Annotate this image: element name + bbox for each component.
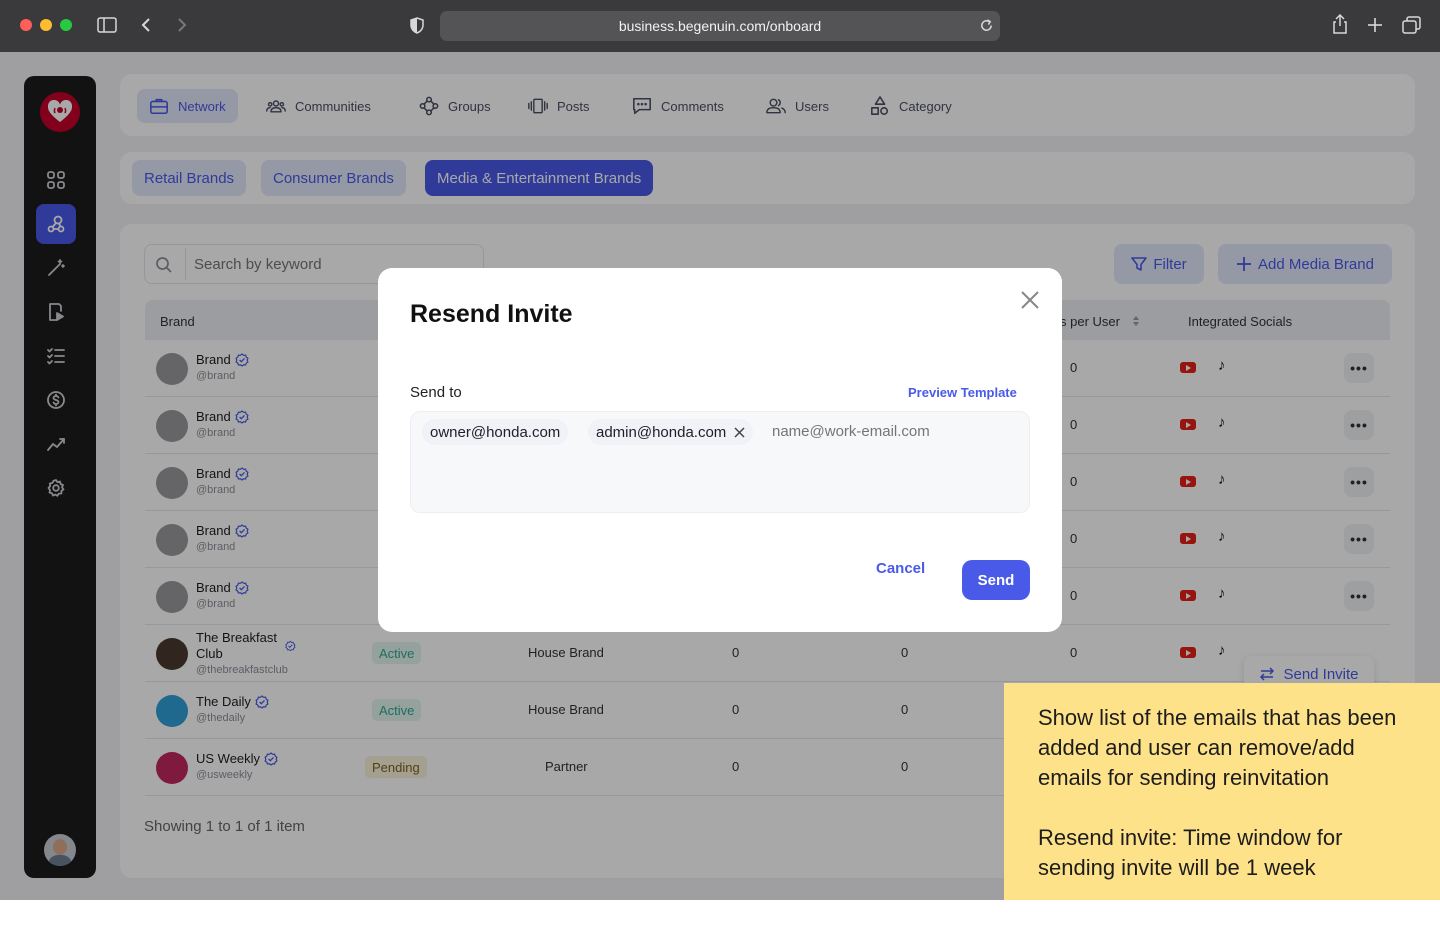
send-button[interactable]: Send xyxy=(962,560,1030,600)
email-chip-text: owner@honda.com xyxy=(430,423,561,441)
modal-title: Resend Invite xyxy=(410,300,573,328)
minimize-window-button[interactable] xyxy=(40,19,52,31)
send-to-label: Send to xyxy=(410,384,462,401)
share-icon[interactable] xyxy=(1331,14,1349,34)
maximize-window-button[interactable] xyxy=(60,19,72,31)
annotation-line-1: Show list of the emails that has been ad… xyxy=(1038,705,1397,790)
sidebar-toggle-icon[interactable] xyxy=(97,17,117,33)
close-window-button[interactable] xyxy=(20,19,32,31)
email-input[interactable] xyxy=(772,418,1022,444)
annotation-line-2: Resend invite: Time window for sending i… xyxy=(1038,825,1343,880)
resend-invite-modal: Resend Invite Send to Preview Template C… xyxy=(378,268,1062,632)
remove-email-icon[interactable] xyxy=(734,426,745,438)
tab-overview-icon[interactable] xyxy=(1402,16,1421,34)
reload-icon[interactable] xyxy=(979,18,994,33)
email-chip-text: admin@honda.com xyxy=(596,423,727,441)
forward-icon[interactable] xyxy=(176,17,188,33)
annotation-note: Show list of the emails that has been ad… xyxy=(1004,683,1440,900)
address-bar[interactable]: business.begenuin.com/onboard xyxy=(440,11,1000,41)
shield-icon[interactable] xyxy=(410,17,424,34)
email-chip: owner@honda.com xyxy=(422,419,569,445)
preview-template-link[interactable]: Preview Template xyxy=(908,385,1017,400)
new-tab-icon[interactable] xyxy=(1367,17,1383,33)
url-text: business.begenuin.com/onboard xyxy=(618,18,822,34)
browser-toolbar: business.begenuin.com/onboard xyxy=(0,0,1440,52)
close-icon[interactable] xyxy=(1020,290,1040,310)
cancel-button[interactable]: Cancel xyxy=(876,560,925,577)
back-icon[interactable] xyxy=(140,17,152,33)
email-chip: admin@honda.com xyxy=(588,419,754,445)
